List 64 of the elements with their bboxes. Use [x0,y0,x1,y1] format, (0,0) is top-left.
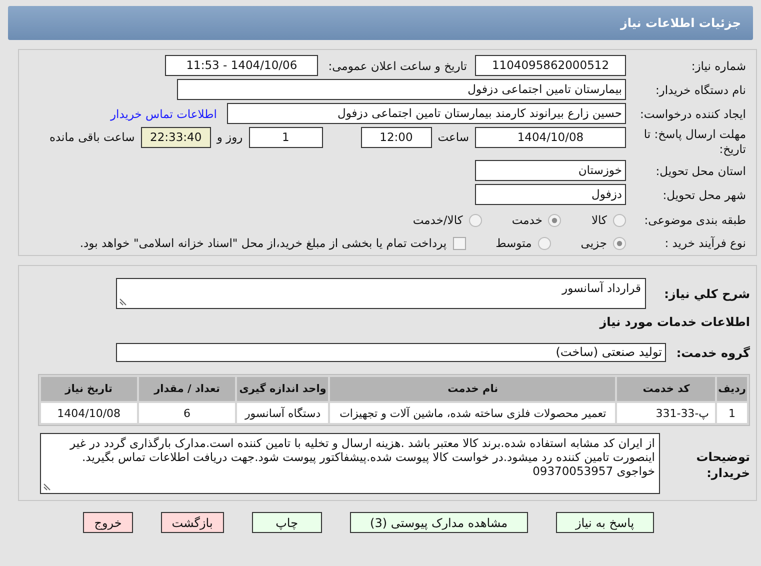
city-field[interactable]: دزفول [475,184,626,205]
service-group-field[interactable]: تولید صنعتی (ساخت) [116,343,666,362]
field-label: ایجاد کننده درخواست: [639,106,747,120]
deadline-date-field[interactable]: 1404/10/08 [475,127,626,148]
field-label: کالا [591,213,607,227]
resize-grip-icon[interactable] [43,483,51,491]
table-cell: دستگاه آسانسور [237,403,328,423]
action-button[interactable]: پاسخ به نیاز [556,512,654,533]
summary-field[interactable]: قرارداد آسانسور [116,278,646,309]
field-label: روز و [216,130,243,144]
field-label: توضیحات خریدار: [695,449,750,481]
days-field[interactable]: 1 [248,127,323,148]
field-label: استان محل تحویل: [654,164,747,178]
field-label: ساعت باقی مانده [50,130,135,144]
column-header: تاریخ نیاز [41,377,137,401]
field-label: مهلت ارسال پاسخ: تا تاریخ: [642,127,747,157]
field-text: از ایران کد مشابه استفاده شده.برند کالا معتبر باشد .هزینه ارسال و تخلیه با تامین کننده است.مدارک بارگذاری گردد در غیر اینصورت تامین کننده رد میشود.در خواست کالا پیوست شده.پیشفاکتور پیوست شود.جهت دریافت اطلاعات تماس بگیرید. خواجوی 09370053957 [70,436,655,478]
field-label: خدمت [512,213,542,227]
field-label: شهر محل تحویل: [662,188,747,202]
requester-field[interactable]: حسین زارع بیرانوند کارمند بیمارستان تامین اجتماعی دزفول [227,103,626,124]
need-number-field[interactable]: 1104095862000512 [475,55,626,76]
field-label: گروه خدمت: [675,346,750,360]
table-cell: 1 [717,403,747,423]
column-header: واحد اندازه گیری [237,377,328,401]
section-title: اطلاعات خدمات مورد نیاز [598,315,750,329]
table-cell: 6 [138,403,236,423]
table-cell: پ-33-331 [617,403,716,423]
field-label: شماره نیاز: [690,58,747,72]
deadline-time-field[interactable]: 12:00 [360,127,432,148]
buyer-notes-field[interactable] [40,433,660,494]
action-button[interactable]: خروج [83,512,133,533]
field-label: شرح کلي نياز: [663,287,750,301]
radio-button[interactable] [613,214,626,226]
action-button[interactable]: بازگشت [160,512,224,533]
radio-button[interactable] [468,214,482,226]
table-cell: 1404/10/08 [41,403,137,423]
field-label: طبقه بندی موضوعی: [643,213,747,227]
province-field[interactable]: خوزستان [475,160,626,181]
page-title: جزئیات اطلاعات نیاز [8,6,753,40]
field-label: کالا/خدمت [412,213,463,227]
announce-date-field[interactable]: 1404/10/06 - 11:53 [165,55,318,76]
column-header: تعداد / مقدار [138,377,236,401]
field-text: قرارداد آسانسور [562,281,641,295]
table-cell: تعمیر محصولات فلزی ساخته شده، ماشین آلات و تجهیزات [330,403,616,423]
radio-button[interactable] [548,214,562,226]
buyer-org-field[interactable]: بیمارستان تامین اجتماعی دزفول [177,79,626,100]
column-header: نام خدمت [330,377,616,401]
field-label: جزیی [580,236,607,250]
radio-button[interactable] [613,236,626,250]
column-header: ردیف [717,377,747,401]
field-label: متوسط [496,236,532,250]
column-header: کد خدمت [617,377,716,401]
field-label: ساعت [438,130,469,144]
action-button[interactable]: چاپ [252,512,322,533]
contact-link[interactable]: اطلاعات تماس خریدار [110,106,217,120]
checkbox[interactable] [452,236,466,250]
resize-grip-icon[interactable] [119,298,127,306]
field-label: تاریخ و ساعت اعلان عمومی: [328,58,467,72]
field-label: نوع فرآیند خرید : [664,236,747,250]
field-label: پرداخت تمام یا بخشی از مبلغ خرید،از محل "اسناد خزانه اسلامی" خواهد بود. [80,236,447,250]
field-label: نام دستگاه خریدار: [654,82,747,96]
radio-button[interactable] [538,236,551,250]
remaining-time-field[interactable]: 22:33:40 [140,127,211,148]
action-button[interactable]: مشاهده مدارک پیوستی (3) [350,512,528,533]
